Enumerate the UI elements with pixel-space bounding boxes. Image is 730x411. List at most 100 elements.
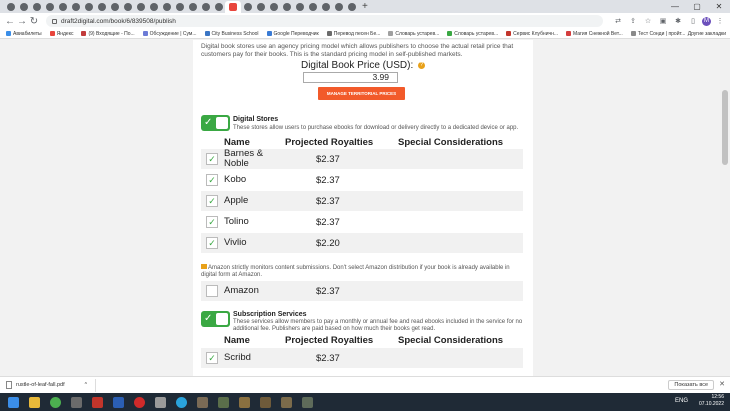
bookmark-item[interactable]: City Business School bbox=[204, 30, 259, 37]
app-icon[interactable] bbox=[193, 395, 211, 409]
app-icon[interactable] bbox=[298, 395, 316, 409]
bookmark-item[interactable]: Перевод песен Бе... bbox=[326, 31, 380, 37]
word-icon[interactable] bbox=[109, 395, 127, 409]
start-icon[interactable] bbox=[4, 395, 22, 409]
bookmark-item[interactable]: Яндекс bbox=[49, 31, 73, 37]
browser-tab[interactable] bbox=[293, 1, 306, 13]
store-name: Tolino bbox=[224, 216, 249, 227]
bookmark-item[interactable]: Сервис Клубничн... bbox=[506, 31, 558, 37]
store-checkbox[interactable] bbox=[206, 285, 218, 297]
files-icon[interactable] bbox=[151, 395, 169, 409]
browser-tab[interactable] bbox=[160, 1, 173, 13]
telegram-icon[interactable] bbox=[172, 395, 190, 409]
chrome-icon[interactable] bbox=[46, 395, 64, 409]
price-input[interactable]: 3.99 bbox=[303, 72, 398, 83]
store-checkbox[interactable]: ✓ bbox=[206, 216, 218, 228]
browser-tab[interactable] bbox=[121, 1, 134, 13]
browser-tab[interactable] bbox=[280, 1, 293, 13]
browser-tab[interactable] bbox=[199, 1, 212, 13]
app-icon[interactable] bbox=[214, 395, 232, 409]
bookmark-icon bbox=[142, 31, 148, 36]
pdf-reader-icon[interactable] bbox=[88, 395, 106, 409]
manage-territorial-prices-button[interactable]: MANAGE TERRITORIAL PRICES bbox=[318, 87, 405, 100]
browser-tab[interactable] bbox=[225, 0, 241, 13]
chevron-up-icon[interactable]: ^ bbox=[85, 382, 87, 388]
browser-tab[interactable] bbox=[332, 1, 345, 13]
app-icon[interactable] bbox=[256, 395, 274, 409]
browser-tab[interactable] bbox=[30, 1, 43, 13]
bookmark-item[interactable]: Тест Сонди | пройт... bbox=[630, 31, 685, 37]
browser-tab[interactable] bbox=[345, 1, 358, 13]
browser-tab[interactable] bbox=[17, 1, 30, 13]
sidebar-icon[interactable]: ▯ bbox=[687, 16, 699, 26]
share-icon[interactable]: ⇪ bbox=[627, 16, 639, 26]
menu-icon[interactable]: ⋮ bbox=[714, 16, 726, 26]
bookmark-item[interactable]: Словарь устарев... bbox=[447, 31, 498, 37]
page-viewport: Digital book stores use an agency pricin… bbox=[0, 40, 730, 376]
browser-tab[interactable] bbox=[147, 1, 160, 13]
puzzle-icon[interactable]: ✱ bbox=[672, 16, 684, 26]
browser-tab[interactable] bbox=[254, 1, 267, 13]
browser-tab[interactable] bbox=[306, 1, 319, 13]
browser-tab[interactable] bbox=[134, 1, 147, 13]
store-checkbox[interactable]: ✓ bbox=[206, 352, 218, 364]
browser-tab[interactable] bbox=[267, 1, 280, 13]
show-all-button[interactable]: Показать все bbox=[668, 380, 714, 390]
bookmark-item[interactable]: Магия Снежной Вет... bbox=[566, 31, 623, 37]
tray-lang[interactable]: ENG bbox=[675, 398, 688, 404]
bookmark-item[interactable]: Словарь устарев... bbox=[388, 31, 439, 37]
browser-tab[interactable] bbox=[241, 1, 254, 13]
store-checkbox[interactable]: ✓ bbox=[206, 195, 218, 207]
browser-tab[interactable] bbox=[4, 1, 17, 13]
bookmark-item[interactable]: Google Переводчик bbox=[266, 31, 319, 37]
help-icon[interactable]: ? bbox=[418, 61, 426, 69]
browser-tab[interactable] bbox=[82, 1, 95, 13]
opera-icon[interactable] bbox=[130, 395, 148, 409]
close-icon[interactable]: ✕ bbox=[719, 380, 725, 388]
app-icon[interactable] bbox=[277, 395, 295, 409]
toggle-knob bbox=[216, 313, 228, 325]
back-icon[interactable]: ← bbox=[4, 16, 16, 27]
bookmark-item[interactable]: Авиабилеты bbox=[6, 31, 42, 37]
browser-tab[interactable] bbox=[56, 1, 69, 13]
browser-tab[interactable] bbox=[173, 1, 186, 13]
page-scrollbar[interactable] bbox=[720, 40, 730, 376]
store-checkbox[interactable]: ✓ bbox=[206, 153, 218, 165]
app-icon[interactable] bbox=[235, 395, 253, 409]
profile-avatar[interactable]: M bbox=[702, 16, 711, 26]
tab-favicon-icon bbox=[282, 2, 291, 11]
new-tab-icon[interactable]: + bbox=[362, 1, 368, 12]
browser-tab[interactable] bbox=[319, 1, 332, 13]
other-bookmarks[interactable]: Другие закладки bbox=[688, 29, 726, 38]
translate-icon[interactable]: ⇄ bbox=[612, 16, 624, 26]
maximize-button[interactable]: ▢ bbox=[686, 0, 708, 13]
browser-tab[interactable] bbox=[186, 1, 199, 13]
url-input[interactable]: draft2digital.com/book/6/839508/publish bbox=[46, 15, 603, 27]
store-checkbox[interactable]: ✓ bbox=[206, 174, 218, 186]
table-row: ✓ Barnes & Noble $2.37 bbox=[201, 149, 523, 169]
bookmark-label: City Business School bbox=[211, 30, 259, 37]
bookmark-item[interactable]: Обсуждение | Сум... bbox=[142, 31, 197, 37]
folder-icon[interactable] bbox=[67, 395, 85, 409]
reload-icon[interactable]: ↻ bbox=[28, 16, 40, 27]
clock[interactable]: 12:56 07.10.2022 bbox=[699, 394, 724, 408]
bookmark-item[interactable]: (9) Входящие - По... bbox=[81, 31, 135, 37]
browser-tab[interactable] bbox=[212, 1, 225, 13]
scrollbar-thumb[interactable] bbox=[722, 90, 728, 165]
close-window-button[interactable]: ✕ bbox=[708, 0, 730, 13]
browser-tab[interactable] bbox=[108, 1, 121, 13]
digital-stores-toggle[interactable]: ✓ bbox=[201, 115, 230, 131]
browser-tab[interactable] bbox=[43, 1, 56, 13]
store-checkbox[interactable]: ✓ bbox=[206, 237, 218, 249]
column-header-special: Special Considerations bbox=[398, 137, 504, 148]
browser-tab[interactable] bbox=[95, 1, 108, 13]
forward-icon[interactable]: → bbox=[16, 16, 28, 27]
download-item[interactable]: rustle-of-leaf-fall.pdf ^ bbox=[6, 378, 96, 392]
bookmark-icon bbox=[81, 31, 87, 36]
subscription-services-toggle[interactable]: ✓ bbox=[201, 311, 230, 327]
file-explorer-icon[interactable] bbox=[25, 395, 43, 409]
minimize-button[interactable]: — bbox=[664, 0, 686, 13]
browser-tab[interactable] bbox=[69, 1, 82, 13]
bookmark-star-icon[interactable]: ☆ bbox=[642, 16, 654, 26]
extension-icon[interactable]: ▣ bbox=[657, 16, 669, 26]
